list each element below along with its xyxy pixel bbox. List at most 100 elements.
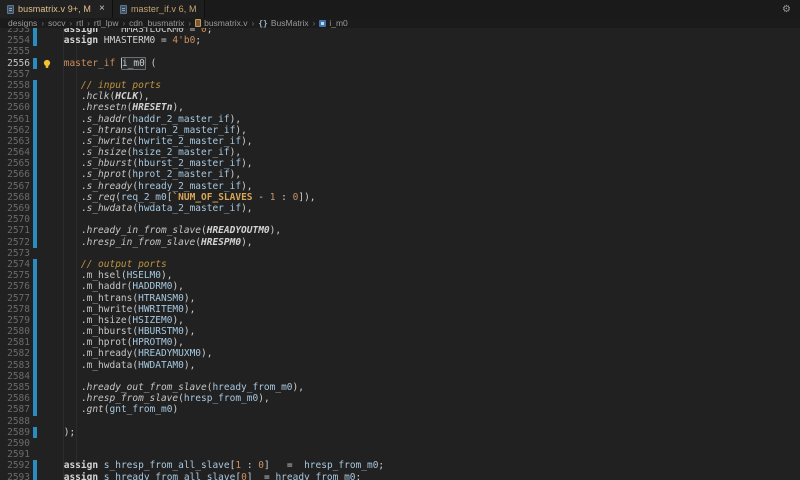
tab-busmatrix.v[interactable]: busmatrix.v 9+, M× [0, 0, 113, 18]
code-line[interactable]: 2584 [0, 371, 800, 382]
code-line[interactable]: 2579 .m_hsize(HSIZEM0), [0, 315, 800, 326]
code-text[interactable]: .s_hwdata(hwdata_2_master_if), [58, 203, 253, 214]
code-line[interactable]: 2563 .s_hwrite(hwrite_2_master_if), [0, 136, 800, 147]
code-text[interactable]: .m_hready(HREADYMUXM0), [58, 348, 212, 359]
line-number[interactable]: 2560 [0, 102, 30, 113]
code-line[interactable]: 2577 .m_htrans(HTRANSM0), [0, 293, 800, 304]
code-text[interactable]: .hresp_from_slave(hresp_from_m0), [58, 393, 270, 404]
code-line[interactable]: 2559 .hclk(HCLK), [0, 91, 800, 102]
line-number[interactable]: 2559 [0, 91, 30, 102]
line-number[interactable]: 2576 [0, 281, 30, 292]
code-text[interactable]: // output ports [58, 259, 167, 270]
line-number[interactable]: 2557 [0, 69, 30, 80]
line-number[interactable]: 2584 [0, 371, 30, 382]
breadcrumb-item-designs[interactable]: designs [8, 18, 37, 28]
code-line[interactable]: 2568 .s_req(req_2_m0[`NUM_OF_SLAVES - 1 … [0, 192, 800, 203]
line-number[interactable]: 2574 [0, 259, 30, 270]
code-line[interactable]: 2555 [0, 46, 800, 57]
line-number[interactable]: 2588 [0, 416, 30, 427]
code-line[interactable]: 2572 .hresp_in_from_slave(HRESPM0), [0, 237, 800, 248]
line-number[interactable]: 2591 [0, 449, 30, 460]
code-text[interactable]: .m_hburst(HBURSTM0), [58, 326, 195, 337]
line-number[interactable]: 2583 [0, 360, 30, 371]
code-text[interactable]: assign HMASTERM0 = 4'b0; [58, 35, 201, 46]
code-line[interactable]: 2558 // input ports [0, 80, 800, 91]
code-text[interactable]: .s_hwrite(hwrite_2_master_if), [58, 136, 253, 147]
line-number[interactable]: 2566 [0, 169, 30, 180]
line-number[interactable]: 2593 [0, 472, 30, 480]
code-line[interactable]: 2575 .m_hsel(HSELM0), [0, 270, 800, 281]
line-number[interactable]: 2572 [0, 237, 30, 248]
code-line[interactable]: 2574 // output ports [0, 259, 800, 270]
line-number[interactable]: 2575 [0, 270, 30, 281]
line-number[interactable]: 2592 [0, 460, 30, 471]
code-text[interactable]: .s_hsize(hsize_2_master_if), [58, 147, 241, 158]
code-text[interactable]: .hclk(HCLK), [58, 91, 150, 102]
code-text[interactable]: .s_htrans(htran_2_master_if), [58, 125, 247, 136]
code-line[interactable]: 2592 assign s_hresp_from_all_slave[1 : 0… [0, 460, 800, 471]
code-line[interactable]: 2591 [0, 449, 800, 460]
code-line[interactable]: 2576 .m_haddr(HADDRM0), [0, 281, 800, 292]
line-number[interactable]: 2582 [0, 348, 30, 359]
code-text[interactable]: .hresp_in_from_slave(HRESPM0), [58, 237, 253, 248]
line-number[interactable]: 2580 [0, 326, 30, 337]
code-text[interactable]: .s_req(req_2_m0[`NUM_OF_SLAVES - 1 : 0])… [58, 192, 316, 203]
code-line[interactable]: 2553 assign HMASTLOCKM0 = 0; [0, 28, 800, 35]
code-line[interactable]: 2566 .s_hprot(hprot_2_master_if), [0, 169, 800, 180]
breadcrumb-item-rtl_lpw[interactable]: rtl_lpw [94, 18, 119, 28]
code-text[interactable]: .s_haddr(haddr_2_master_if), [58, 114, 241, 125]
breadcrumb-item-rtl[interactable]: rtl [76, 18, 83, 28]
close-icon[interactable]: × [99, 4, 105, 14]
line-number[interactable]: 2581 [0, 337, 30, 348]
code-text[interactable]: ); [58, 427, 75, 438]
code-text[interactable]: master_if i_m0 ( [58, 58, 156, 69]
line-number[interactable]: 2554 [0, 35, 30, 46]
line-number[interactable]: 2585 [0, 382, 30, 393]
code-line[interactable]: 2590 [0, 438, 800, 449]
line-number[interactable]: 2586 [0, 393, 30, 404]
lightbulb-icon[interactable] [42, 59, 52, 69]
code-line[interactable]: 2588 [0, 416, 800, 427]
line-number[interactable]: 2570 [0, 214, 30, 225]
code-line[interactable]: 2571 .hready_in_from_slave(HREADYOUTM0), [0, 225, 800, 236]
line-number[interactable]: 2578 [0, 304, 30, 315]
line-number[interactable]: 2558 [0, 80, 30, 91]
code-line[interactable]: 2564 .s_hsize(hsize_2_master_if), [0, 147, 800, 158]
code-text[interactable]: .s_hburst(hburst_2_master_if), [58, 158, 253, 169]
line-number[interactable]: 2568 [0, 192, 30, 203]
code-line[interactable]: 2582 .m_hready(HREADYMUXM0), [0, 348, 800, 359]
breadcrumb-item-i_m0[interactable]: i_m0 [319, 18, 347, 28]
breadcrumb-item-busmatrix.v[interactable]: busmatrix.v [195, 18, 247, 28]
line-number[interactable]: 2555 [0, 46, 30, 57]
code-line[interactable]: 2578 .m_hwrite(HWRITEM0), [0, 304, 800, 315]
code-text[interactable]: .s_hready(hready_2_master_if), [58, 181, 253, 192]
code-line[interactable]: 2581 .m_hprot(HPROTM0), [0, 337, 800, 348]
code-line[interactable]: 2562 .s_htrans(htran_2_master_if), [0, 125, 800, 136]
line-number[interactable]: 2561 [0, 114, 30, 125]
line-number[interactable]: 2589 [0, 427, 30, 438]
line-number[interactable]: 2565 [0, 158, 30, 169]
code-text[interactable]: .m_htrans(HTRANSM0), [58, 293, 195, 304]
code-line[interactable]: 2557 [0, 69, 800, 80]
code-line[interactable]: 2560 .hresetn(HRESETn), [0, 102, 800, 113]
code-text[interactable]: .m_hsize(HSIZEM0), [58, 315, 184, 326]
line-number[interactable]: 2556 [0, 58, 30, 69]
line-number[interactable]: 2567 [0, 181, 30, 192]
tab-master_if.v[interactable]: master_if.v 6, M [113, 0, 205, 18]
code-line[interactable]: 2570 [0, 214, 800, 225]
code-text[interactable]: .hready_out_from_slave(hready_from_m0), [58, 382, 304, 393]
breadcrumb-item-cdn_busmatrix[interactable]: cdn_busmatrix [129, 18, 184, 28]
code-text[interactable]: .hresetn(HRESETn), [58, 102, 184, 113]
breadcrumb-item-socv[interactable]: socv [48, 18, 65, 28]
code-text[interactable]: .gnt(gnt_from_m0) [58, 404, 178, 415]
line-number[interactable]: 2571 [0, 225, 30, 236]
code-line[interactable]: 2567 .s_hready(hready_2_master_if), [0, 181, 800, 192]
code-editor[interactable]: 2553 assign HMASTLOCKM0 = 0;2554 assign … [0, 28, 800, 480]
code-line[interactable]: 2569 .s_hwdata(hwdata_2_master_if), [0, 203, 800, 214]
code-line[interactable]: 2585 .hready_out_from_slave(hready_from_… [0, 382, 800, 393]
code-line[interactable]: 2589 ); [0, 427, 800, 438]
code-line[interactable]: 2583 .m_hwdata(HWDATAM0), [0, 360, 800, 371]
code-text[interactable]: // input ports [58, 80, 161, 91]
code-line[interactable]: 2580 .m_hburst(HBURSTM0), [0, 326, 800, 337]
code-text[interactable]: .m_hwdata(HWDATAM0), [58, 360, 195, 371]
